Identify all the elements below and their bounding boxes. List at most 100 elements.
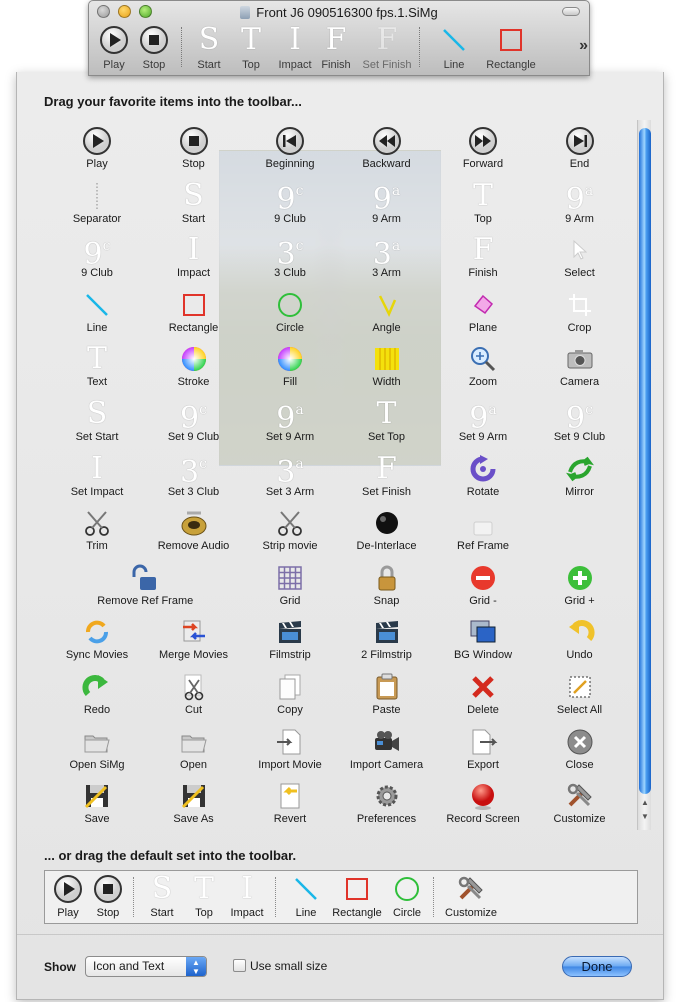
small-size-checkbox[interactable]	[233, 959, 246, 972]
default-set-label: Line	[295, 907, 317, 919]
small-size-label: Use small size	[250, 959, 328, 973]
palette-item-end[interactable]: End	[520, 124, 640, 178]
palette-item-camera[interactable]: Camera	[520, 342, 640, 396]
palette-item-label: Remove Ref Frame	[97, 594, 194, 607]
set-finish-letter-icon: F	[376, 22, 398, 57]
finish-letter-icon: F	[325, 22, 347, 57]
default-set-label: Customize	[445, 907, 497, 919]
toolbar-item-label: Rectangle	[486, 59, 536, 71]
default-set-header: ... or drag the default set into the too…	[44, 848, 297, 863]
toolbar-item-label: Line	[443, 59, 465, 71]
default-set-circle: Circle	[389, 873, 425, 919]
tools-icon	[454, 873, 488, 905]
select-arrow-icon	[520, 233, 640, 267]
window-toolbar-start-button[interactable]: S Start	[192, 23, 226, 72]
stop-icon	[91, 873, 125, 905]
default-set-start: S Start	[145, 871, 179, 920]
window-toolbar-stop-button[interactable]: Stop	[137, 23, 171, 71]
close-icon	[520, 725, 640, 759]
toolbar-overflow-chevron-icon[interactable]: »	[579, 37, 588, 55]
toolbar-toggle-button[interactable]	[562, 7, 580, 16]
window-toolbar-finish-button[interactable]: F Finish	[317, 22, 355, 72]
window-title: Front J6 090516300 fps.1.SiMg	[89, 5, 589, 20]
palette-item-label: Customize	[553, 813, 606, 826]
select-all-icon	[520, 670, 640, 704]
palette-item-undo[interactable]: Undo	[520, 615, 640, 669]
window-toolbar-top-button[interactable]: T Top	[234, 23, 268, 72]
palette-item-set-9-club[interactable]: 9c Set 9 Club	[520, 397, 640, 451]
palette-item-label: Close	[565, 758, 594, 771]
palette-item-label: End	[569, 158, 590, 170]
toolbar-item-label: Stop	[142, 59, 166, 71]
lock-icon	[423, 506, 543, 540]
palette-item-label: Camera	[559, 376, 600, 389]
toolbar-item-label: Set Finish	[362, 59, 412, 71]
default-set-label: Rectangle	[332, 907, 382, 919]
default-set-separator	[433, 877, 434, 917]
toolbar-item-label: Play	[103, 59, 125, 71]
default-set-line: Line	[289, 873, 323, 919]
default-set-impact: I Impact	[227, 871, 267, 920]
window-toolbar-line-button[interactable]: Line	[436, 23, 472, 71]
palette-item-crop[interactable]: Crop	[520, 288, 640, 342]
default-set-top: T Top	[187, 872, 221, 920]
plus-circle-icon	[520, 561, 640, 595]
palette-item-close[interactable]: Close	[520, 725, 640, 779]
default-set-label: Top	[195, 907, 213, 919]
start-letter-icon: S	[151, 871, 173, 906]
scroll-down-arrow[interactable]: ▼	[640, 812, 650, 822]
toolbar-item-label: Start	[197, 59, 221, 71]
toolbar-separator	[419, 27, 420, 67]
title-bar[interactable]: Front J6 090516300 fps.1.SiMg	[89, 1, 589, 23]
default-set-play: Play	[51, 873, 85, 919]
drag-items-header: Drag your favorite items into the toolba…	[44, 94, 302, 109]
rectangle-icon	[495, 23, 527, 57]
palette-item-select-all[interactable]: Select All	[520, 670, 640, 724]
select-arrows-icon: ▲ ▼	[186, 957, 206, 976]
palette-item-ref-frame[interactable]: Ref Frame	[423, 506, 543, 560]
palette-item-label: Ref Frame	[457, 540, 509, 553]
document-window: Front J6 090516300 fps.1.SiMg Play Stop S S…	[88, 0, 590, 76]
line-icon	[438, 23, 470, 57]
show-label: Show	[44, 960, 76, 974]
default-set-separator	[275, 877, 276, 917]
palette-scrollbar[interactable]: ▲ ▼	[637, 120, 651, 830]
impact-letter-icon: I	[241, 871, 253, 906]
scroll-up-arrow[interactable]: ▲	[640, 798, 650, 808]
customize-toolbar-sheet: Drag your favorite items into the toolba…	[16, 72, 664, 1000]
palette-item-label: Undo	[566, 649, 593, 662]
done-button[interactable]: Done	[562, 956, 632, 977]
impact-letter-icon: I	[289, 22, 301, 57]
default-set-rectangle: Rectangle	[329, 873, 385, 919]
palette-item-grid[interactable]: Grid +	[520, 561, 640, 615]
show-mode-select[interactable]: Icon and Text ▲ ▼	[85, 956, 207, 977]
document-icon	[240, 6, 251, 19]
default-set-box[interactable]: Play Stop S Start T Top I Impact Line Rectangle Ci…	[44, 870, 638, 924]
play-icon	[51, 873, 85, 905]
palette-item-9-arm[interactable]: 9a 9 Arm	[520, 179, 640, 233]
toolbar-item-label: Top	[242, 59, 260, 71]
window-toolbar-impact-button[interactable]: I Impact	[275, 22, 315, 72]
palette-item-label: Grid +	[564, 594, 595, 607]
window-toolbar-set-finish-button[interactable]: F Set Finish	[359, 22, 415, 72]
camera-icon	[520, 342, 640, 376]
circle-icon	[390, 873, 424, 905]
window-toolbar-rectangle-button[interactable]: Rectangle	[479, 23, 543, 71]
toolbar-item-label: Impact	[278, 59, 312, 71]
palette-item-mirror[interactable]: Mirror	[520, 452, 640, 506]
palette-item-label: Select	[564, 267, 595, 280]
scrollbar-thumb[interactable]	[639, 128, 651, 794]
tools-icon	[520, 779, 640, 813]
line-icon	[289, 873, 323, 905]
footer-divider	[17, 934, 663, 935]
club-letter-icon: 9c	[566, 400, 593, 436]
palette-item-remove-ref-frame[interactable]: Remove Ref Frame	[85, 561, 205, 615]
window-toolbar: Play Stop S Start T Top I Impact F Finish F Set Fin…	[89, 23, 589, 75]
palette-item-label: 9 Arm	[565, 212, 594, 225]
palette-item-label: Select All	[556, 704, 603, 716]
toolbar-item-label: Finish	[321, 59, 351, 71]
window-toolbar-play-button[interactable]: Play	[97, 23, 131, 71]
rectangle-icon	[340, 873, 374, 905]
palette-item-customize[interactable]: Customize	[520, 779, 640, 833]
palette-item-select[interactable]: Select	[520, 233, 640, 287]
